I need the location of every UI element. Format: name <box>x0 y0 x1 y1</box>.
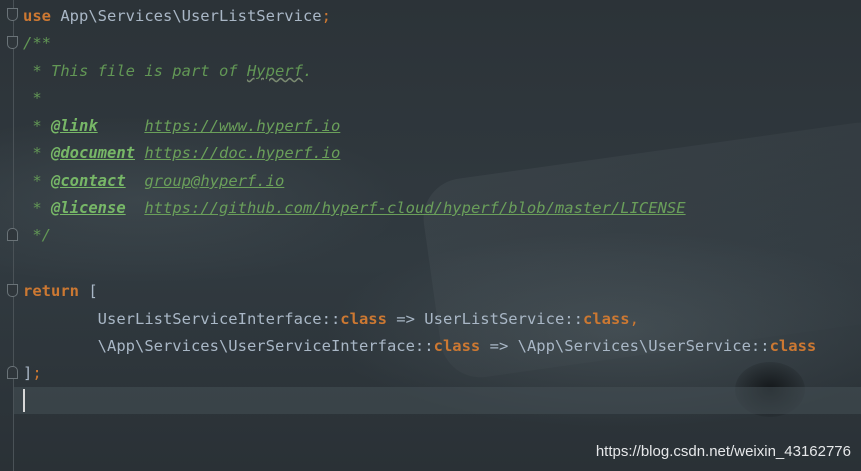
doc-url-link[interactable]: https://www.hyperf.io <box>144 117 340 135</box>
arrow-service: => \App\Services\UserService:: <box>480 337 770 355</box>
doc-open: /** <box>23 34 51 52</box>
fold-marker-use[interactable] <box>7 8 18 21</box>
code-line-2[interactable]: /** <box>23 30 51 57</box>
doc-url-document[interactable]: https://doc.hyperf.io <box>144 144 340 162</box>
use-keyword: use <box>23 7 51 25</box>
doc-prefix: * <box>23 117 51 135</box>
doc-email-contact[interactable]: group@hyperf.io <box>144 172 284 190</box>
semicolon: ; <box>321 7 331 25</box>
watermark-text: https://blog.csdn.net/weixin_43162776 <box>595 443 851 460</box>
doc-gap <box>126 172 145 190</box>
comma: , <box>629 310 639 328</box>
doc-gap <box>98 117 145 135</box>
doc-url-license[interactable]: https://github.com/hyperf-cloud/hyperf/b… <box>144 199 685 217</box>
return-keyword: return <box>23 282 79 300</box>
doc-tag-document: @document <box>51 144 135 162</box>
doc-word-hyperf: Hyperf <box>246 62 303 80</box>
fold-marker-doc-end[interactable] <box>7 228 18 241</box>
doc-gap <box>126 199 145 217</box>
code-line-14[interactable]: ]; <box>23 360 42 387</box>
code-line-7[interactable]: * @contact group@hyperf.io <box>23 168 284 195</box>
arrow-service: => UserListService:: <box>386 310 583 328</box>
doc-prefix: * <box>23 199 51 217</box>
use-path: App\Services\UserListService <box>51 7 322 25</box>
doc-tag-contact: @contact <box>51 172 126 190</box>
doc-star: * <box>23 89 42 107</box>
code-line-4[interactable]: * <box>23 85 42 112</box>
doc-tag-license: @license <box>51 199 126 217</box>
doc-period: . <box>302 62 313 80</box>
open-bracket: [ <box>79 282 98 300</box>
class-keyword: class <box>433 337 481 355</box>
code-line-8[interactable]: * @license https://github.com/hyperf-clo… <box>23 195 685 222</box>
doc-gap <box>135 144 144 162</box>
current-line-highlight <box>14 387 861 414</box>
code-line-6[interactable]: * @document https://doc.hyperf.io <box>23 140 340 167</box>
fold-marker-doc-start[interactable] <box>7 36 18 49</box>
code-line-11[interactable]: return [ <box>23 278 98 305</box>
text-caret <box>23 389 25 412</box>
code-line-3[interactable]: * This file is part of Hyperf. <box>23 58 312 85</box>
code-line-13[interactable]: \App\Services\UserServiceInterface::clas… <box>23 333 817 360</box>
interface-name: \App\Services\UserServiceInterface:: <box>97 337 434 355</box>
close-bracket: ] <box>23 364 33 382</box>
code-line-12[interactable]: UserListServiceInterface::class => UserL… <box>23 306 639 333</box>
code-line-1[interactable]: use App\Services\UserListService; <box>23 3 331 30</box>
doc-tag-link: @link <box>51 117 98 135</box>
fold-marker-array-end[interactable] <box>7 366 18 379</box>
doc-prefix: * <box>23 144 51 162</box>
interface-name: UserListServiceInterface:: <box>97 310 341 328</box>
code-line-9[interactable]: */ <box>23 222 51 249</box>
class-keyword: class <box>769 337 817 355</box>
class-keyword: class <box>340 310 387 328</box>
fold-marker-return[interactable] <box>7 284 18 297</box>
class-keyword: class <box>582 310 630 328</box>
code-line-5[interactable]: * @link https://www.hyperf.io <box>23 113 340 140</box>
doc-close: */ <box>23 226 51 244</box>
semicolon: ; <box>32 364 42 382</box>
doc-prefix: * <box>23 172 51 190</box>
doc-text: * This file is part of <box>23 62 247 80</box>
